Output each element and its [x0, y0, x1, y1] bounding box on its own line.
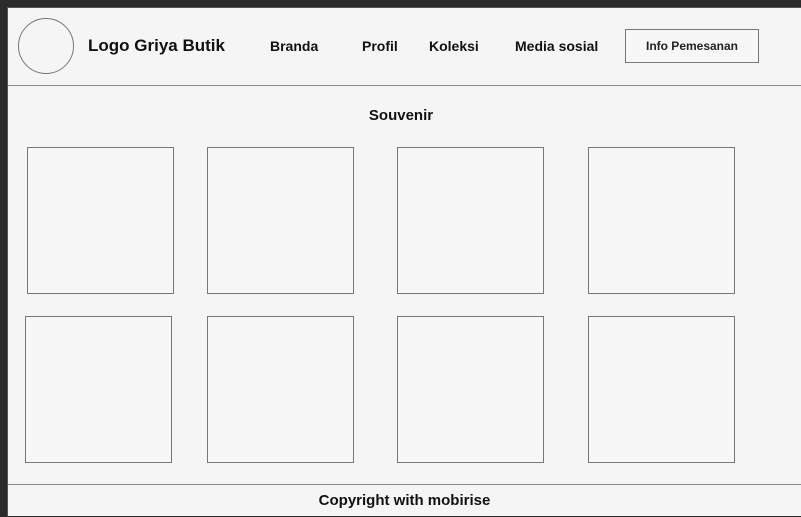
logo-text[interactable]: Logo Griya Butik: [88, 36, 225, 56]
nav-item-koleksi[interactable]: Koleksi: [429, 38, 479, 54]
product-tile[interactable]: [207, 316, 354, 463]
info-pemesanan-button[interactable]: Info Pemesanan: [625, 29, 759, 63]
product-tile[interactable]: [25, 316, 172, 463]
product-tile[interactable]: [397, 316, 544, 463]
product-tile[interactable]: [397, 147, 544, 294]
logo-placeholder[interactable]: [18, 18, 74, 74]
product-tile[interactable]: [207, 147, 354, 294]
section-title: Souvenir: [368, 107, 434, 124]
product-tile[interactable]: [27, 147, 174, 294]
nav-item-media-sosial[interactable]: Media sosial: [515, 38, 598, 54]
product-tile[interactable]: [588, 147, 735, 294]
nav-item-profil[interactable]: Profil: [362, 38, 398, 54]
page-frame: Logo Griya Butik Branda Profil Koleksi M…: [7, 7, 801, 516]
nav-item-branda[interactable]: Branda: [270, 38, 318, 54]
footer: Copyright with mobirise: [8, 484, 801, 517]
header: Logo Griya Butik Branda Profil Koleksi M…: [8, 8, 801, 86]
product-tile[interactable]: [588, 316, 735, 463]
